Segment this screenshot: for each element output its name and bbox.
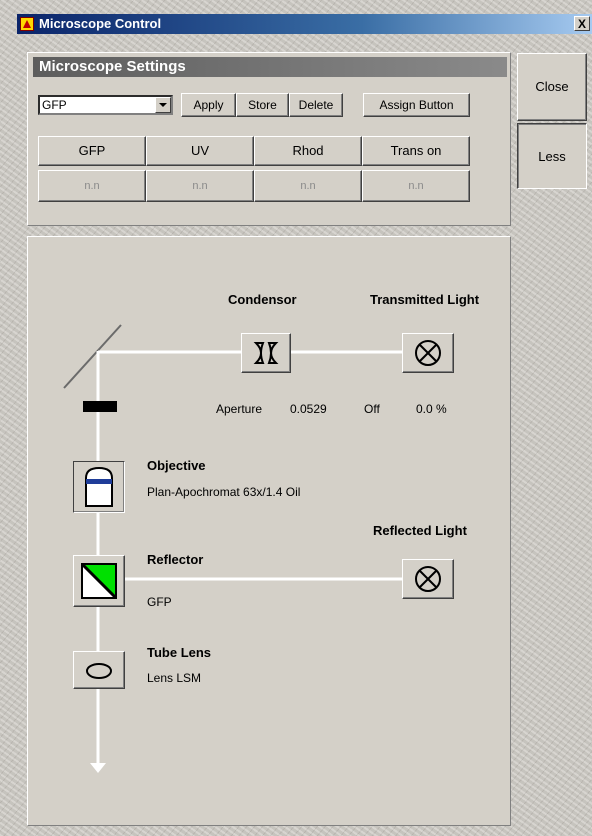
less-button[interactable]: Less: [517, 123, 587, 189]
preset-select[interactable]: GFP: [38, 95, 173, 115]
tube-lens-button[interactable]: [73, 651, 125, 689]
microscope-settings-panel: Microscope Settings GFP Apply Store Dele…: [27, 52, 511, 226]
light-path-diagram-panel: Condensor Aperture 0.0529 Transmitted Li…: [27, 236, 511, 826]
transmitted-level: 0.0 %: [416, 402, 447, 416]
objective-button[interactable]: [73, 461, 125, 513]
apply-button[interactable]: Apply: [181, 93, 236, 117]
condensor-lens-icon: [253, 342, 279, 364]
unassigned-button-3[interactable]: n.n: [254, 170, 362, 202]
tube-lens-title: Tube Lens: [147, 645, 212, 660]
quick-button-trans-on[interactable]: Trans on: [362, 136, 470, 166]
settings-header: Microscope Settings: [33, 57, 507, 77]
unassigned-button-2[interactable]: n.n: [146, 170, 254, 202]
microscope-app-icon: [20, 17, 34, 31]
lamp-icon: [415, 566, 441, 592]
reflector-title: Reflector: [147, 552, 204, 567]
condensor-title: Condensor: [228, 292, 297, 307]
quick-button-gfp[interactable]: GFP: [38, 136, 146, 166]
aperture-value: 0.0529: [290, 402, 327, 416]
condensor-button[interactable]: [241, 333, 291, 373]
tube-lens-icon: [86, 663, 112, 679]
reflector-value: GFP: [147, 595, 172, 609]
window-title-bar[interactable]: Microscope Control X: [17, 14, 592, 34]
transmitted-light-title: Transmitted Light: [370, 292, 480, 307]
light-stop-marker: [83, 401, 117, 412]
store-button[interactable]: Store: [236, 93, 289, 117]
filter-cube-icon: [80, 562, 118, 600]
reflected-light-title: Reflected Light: [373, 523, 467, 538]
unassigned-button-4[interactable]: n.n: [362, 170, 470, 202]
assign-button[interactable]: Assign Button: [363, 93, 470, 117]
window-title: Microscope Control: [39, 16, 162, 31]
quick-button-uv[interactable]: UV: [146, 136, 254, 166]
aperture-label: Aperture: [216, 402, 263, 416]
close-button[interactable]: Close: [517, 53, 587, 121]
lamp-icon: [415, 340, 441, 366]
transmitted-state: Off: [364, 402, 380, 416]
preset-select-value: GFP: [42, 98, 67, 112]
objective-title: Objective: [147, 458, 206, 473]
quick-button-rhod[interactable]: Rhod: [254, 136, 362, 166]
close-icon[interactable]: X: [574, 16, 590, 31]
objective-icon: [85, 466, 113, 507]
objective-value: Plan-Apochromat 63x/1.4 Oil: [147, 485, 301, 499]
delete-button[interactable]: Delete: [289, 93, 343, 117]
chevron-down-icon[interactable]: [155, 97, 171, 113]
tube-lens-value: Lens LSM: [147, 671, 202, 685]
transmitted-light-button[interactable]: [402, 333, 454, 373]
reflector-button[interactable]: [73, 555, 125, 607]
reflected-light-button[interactable]: [402, 559, 454, 599]
unassigned-button-1[interactable]: n.n: [38, 170, 146, 202]
